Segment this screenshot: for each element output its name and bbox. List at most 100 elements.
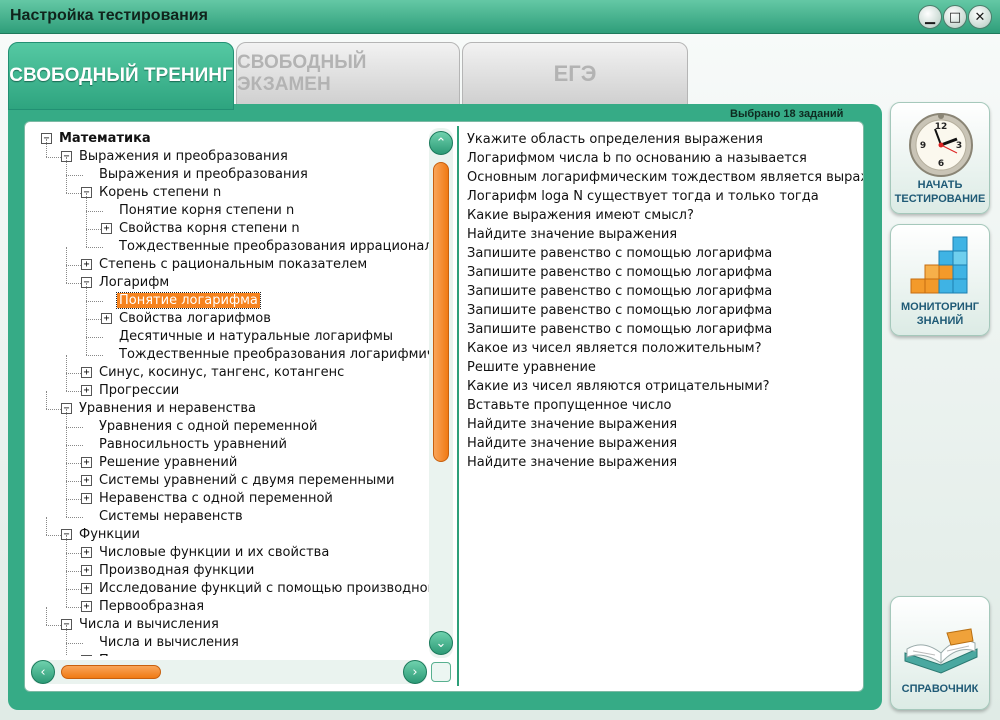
- expand-icon[interactable]: +: [101, 313, 112, 324]
- knowledge-monitoring-button[interactable]: МОНИТОРИНГ ЗНАНИЙ: [890, 224, 990, 336]
- task-item[interactable]: Найдите значение выражения: [467, 434, 863, 453]
- expand-icon[interactable]: +: [81, 583, 92, 594]
- window-titlebar: Настройка тестирования ▁ □ ✕: [0, 0, 1000, 34]
- panel-divider[interactable]: [457, 126, 459, 686]
- tree-item[interactable]: Равносильность уравнений: [97, 436, 289, 454]
- tree-connector: [66, 517, 83, 518]
- tree-item[interactable]: Системы уравнений с двумя переменными: [97, 472, 397, 490]
- expand-icon[interactable]: +: [101, 223, 112, 234]
- start-testing-button[interactable]: 12 3 6 9 НАЧАТЬ ТЕСТИРОВАНИЕ: [890, 102, 990, 214]
- tree-item-label: Первообразная: [99, 599, 205, 614]
- expand-icon[interactable]: +: [81, 367, 92, 378]
- task-item[interactable]: Запишите равенство с помощью логарифма: [467, 244, 863, 263]
- expand-icon[interactable]: +: [81, 493, 92, 504]
- tree-connector: [86, 247, 103, 248]
- tree-item[interactable]: Числовые функции и их свойства: [97, 544, 331, 562]
- tree-item-label: Уравнения и неравенства: [79, 401, 257, 416]
- tree-item[interactable]: Числа и вычисления: [77, 616, 221, 634]
- minimize-button[interactable]: ▁: [918, 5, 942, 29]
- expand-icon[interactable]: +: [81, 385, 92, 396]
- horizontal-scroll-thumb[interactable]: [61, 665, 161, 679]
- tree-item[interactable]: Математика: [57, 130, 153, 148]
- tree-item[interactable]: Прогрессии: [97, 382, 181, 400]
- task-list[interactable]: Укажите область определения выражения Лог…: [467, 130, 863, 678]
- task-item[interactable]: Запишите равенство с помощью логарифма: [467, 320, 863, 339]
- tree-item[interactable]: Функции: [77, 526, 142, 544]
- tree-item[interactable]: Степень с рациональным показателем: [97, 256, 369, 274]
- tree-item[interactable]: Системы неравенств: [97, 508, 245, 526]
- collapse-icon[interactable]: −: [81, 655, 92, 656]
- reference-button[interactable]: СПРАВОЧНИК: [890, 596, 990, 710]
- vertical-scroll-thumb[interactable]: [433, 162, 449, 462]
- tab-free-exam[interactable]: СВОБОДНЫЙ ЭКЗАМЕН: [236, 42, 460, 106]
- tree-item[interactable]: Синус, косинус, тангенс, котангенс: [97, 364, 346, 382]
- tab-free-training[interactable]: СВОБОДНЫЙ ТРЕНИНГ: [8, 42, 234, 110]
- tree-item-label: Числа и вычисления: [99, 635, 239, 650]
- tree-item[interactable]: Понятие логарифма: [116, 292, 261, 310]
- scroll-up-button[interactable]: ⌃: [429, 131, 453, 155]
- tree-item[interactable]: Свойства корня степени n: [117, 220, 302, 238]
- expand-icon[interactable]: +: [81, 457, 92, 468]
- clock-icon: 12 3 6 9: [909, 113, 973, 177]
- tree-item[interactable]: Выражения и преобразования: [97, 166, 310, 184]
- clock-numeral-9: 9: [920, 141, 926, 151]
- expand-icon[interactable]: +: [81, 565, 92, 576]
- task-item[interactable]: Какие из чисел являются отрицательными?: [467, 377, 863, 396]
- task-item[interactable]: Логарифмом числа b по основанию a называ…: [467, 149, 863, 168]
- tree-item-label: Прогрессии: [99, 383, 180, 398]
- tree-item[interactable]: Выражения и преобразования: [77, 148, 290, 166]
- tree-item[interactable]: Тождественные преобразования иррациональ…: [117, 238, 429, 256]
- close-button[interactable]: ✕: [968, 5, 992, 29]
- task-item[interactable]: Запишите равенство с помощью логарифма: [467, 282, 863, 301]
- task-item[interactable]: Основным логарифмическим тождеством явля…: [467, 168, 863, 187]
- maximize-button[interactable]: □: [943, 5, 967, 29]
- tree-item[interactable]: Тождественные преобразования логарифмиче…: [117, 346, 429, 364]
- tree-item[interactable]: Производная функции: [97, 562, 256, 580]
- tree-item[interactable]: Первообразная: [97, 598, 206, 616]
- task-item[interactable]: Запишите равенство с помощью логарифма: [467, 301, 863, 320]
- tree-item[interactable]: Свойства логарифмов: [117, 310, 273, 328]
- tree-item-label: Равносильность уравнений: [99, 437, 287, 452]
- tree-connector: [66, 625, 67, 643]
- tree-item[interactable]: Уравнения с одной переменной: [97, 418, 319, 436]
- task-item[interactable]: Какие выражения имеют смысл?: [467, 206, 863, 225]
- tree-item[interactable]: Уравнения и неравенства: [77, 400, 258, 418]
- tree-connector: [66, 535, 67, 553]
- expand-icon[interactable]: +: [81, 601, 92, 612]
- tree-item[interactable]: Корень степени n: [97, 184, 223, 202]
- tree-item[interactable]: Решение уравнений: [97, 454, 239, 472]
- tree-vertical-scrollbar[interactable]: ⌃ ⌄: [429, 128, 453, 658]
- tree-item[interactable]: Исследование функций с помощью производн…: [97, 580, 429, 598]
- start-testing-label-2: ТЕСТИРОВАНИЕ: [894, 193, 986, 205]
- expand-icon[interactable]: +: [81, 547, 92, 558]
- tree-item[interactable]: Проценты: [97, 652, 170, 656]
- task-item[interactable]: Найдите значение выражения: [467, 415, 863, 434]
- tree-item[interactable]: Неравенства с одной переменной: [97, 490, 335, 508]
- tree-item[interactable]: Понятие корня степени n: [117, 202, 296, 220]
- task-item[interactable]: Укажите область определения выражения: [467, 130, 863, 149]
- task-item[interactable]: Запишите равенство с помощью логарифма: [467, 263, 863, 282]
- task-item[interactable]: Какое из чисел является положительным?: [467, 339, 863, 358]
- expand-icon[interactable]: +: [81, 259, 92, 270]
- tree-item-label: Синус, косинус, тангенс, котангенс: [99, 365, 345, 380]
- tree-connector: [66, 499, 67, 517]
- task-item[interactable]: Вставьте пропущенное число: [467, 396, 863, 415]
- task-item[interactable]: Логарифм loga N существует тогда и тольк…: [467, 187, 863, 206]
- tree-item[interactable]: Логарифм: [97, 274, 171, 292]
- tree-item-label: Выражения и преобразования: [79, 149, 288, 164]
- scroll-left-button[interactable]: ‹: [31, 660, 55, 684]
- task-item[interactable]: Решите уравнение: [467, 358, 863, 377]
- task-item[interactable]: Найдите значение выражения: [467, 225, 863, 244]
- tab-ege[interactable]: ЕГЭ: [462, 42, 688, 106]
- tree-item-label: Свойства логарифмов: [119, 311, 271, 326]
- clock-numeral-6: 6: [938, 159, 944, 169]
- tree-item[interactable]: Числа и вычисления: [97, 634, 241, 652]
- expand-icon[interactable]: +: [81, 475, 92, 486]
- topic-tree[interactable]: − Математика − Выражения и преобразования Вы…: [25, 122, 429, 656]
- scroll-right-button[interactable]: ›: [403, 660, 427, 684]
- tree-horizontal-scrollbar[interactable]: ‹ ›: [31, 660, 427, 684]
- scroll-corner-button[interactable]: [431, 662, 451, 682]
- tree-item[interactable]: Десятичные и натуральные логарифмы: [117, 328, 395, 346]
- scroll-down-button[interactable]: ⌄: [429, 631, 453, 655]
- task-item[interactable]: Найдите значение выражения: [467, 453, 863, 472]
